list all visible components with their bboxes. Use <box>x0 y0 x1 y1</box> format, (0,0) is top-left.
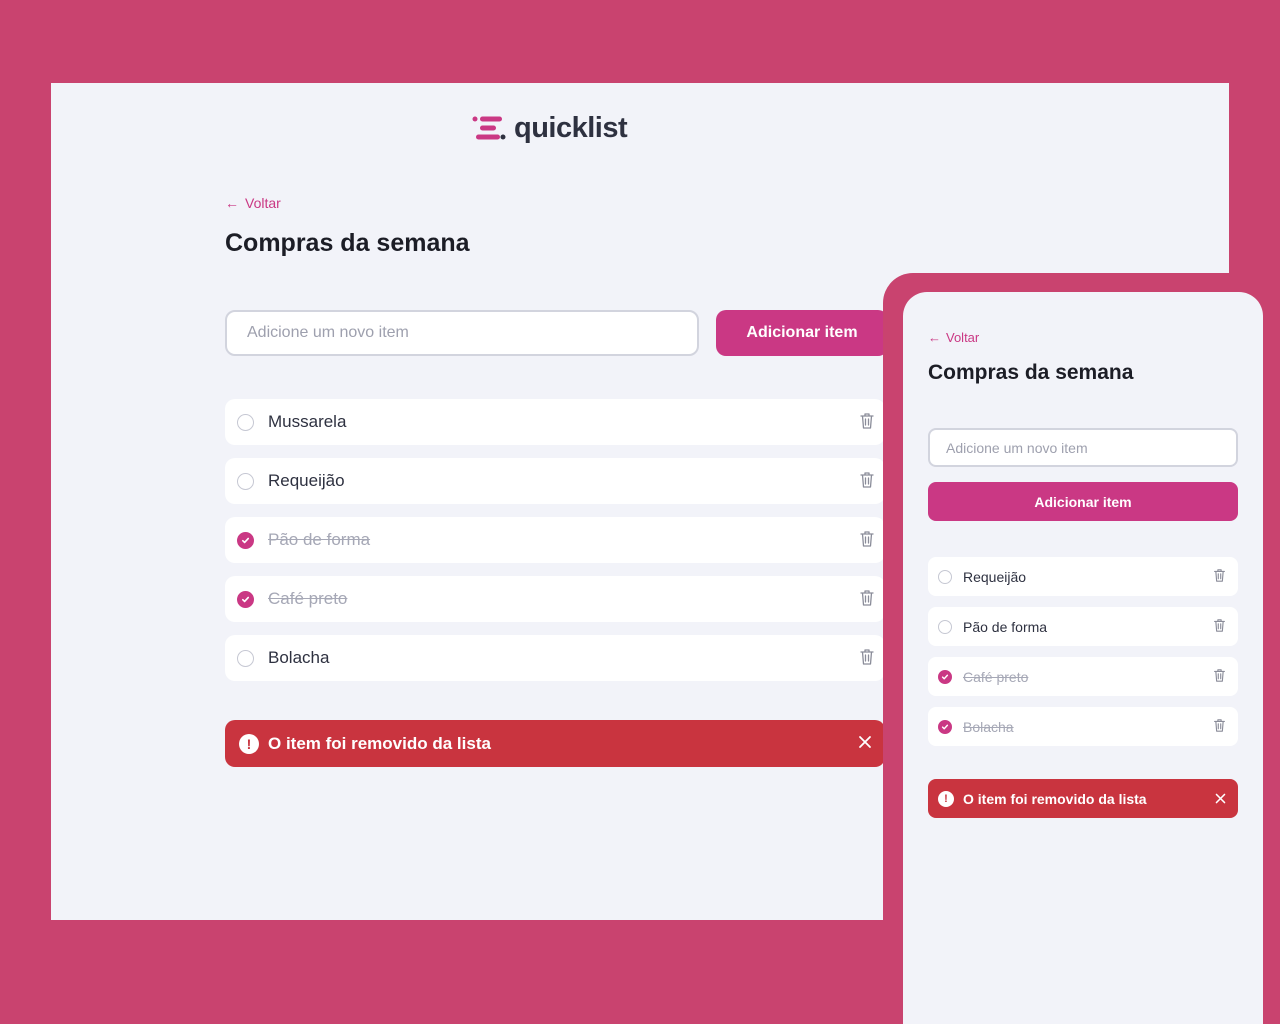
close-icon[interactable] <box>857 734 873 750</box>
item-checkbox-checked[interactable] <box>237 590 254 608</box>
close-icon[interactable] <box>1214 792 1227 805</box>
item-label: Bolacha <box>963 718 1014 735</box>
logo: quicklist <box>472 111 628 145</box>
alert-icon: ! <box>239 733 259 754</box>
item-checkbox-checked[interactable] <box>938 719 952 734</box>
item-checkbox[interactable] <box>938 569 952 584</box>
item-checkbox[interactable] <box>237 413 254 431</box>
back-link[interactable]: ← Voltar <box>225 195 281 211</box>
item-label: Requeijão <box>963 568 1027 585</box>
trash-icon[interactable] <box>1213 618 1226 633</box>
trash-icon[interactable] <box>859 412 875 430</box>
trash-icon[interactable] <box>1213 668 1226 683</box>
new-item-input[interactable]: Adicione um novo item <box>225 310 699 356</box>
list-item: Café preto <box>225 576 885 622</box>
item-checkbox[interactable] <box>938 619 952 634</box>
alert-icon: ! <box>938 790 954 807</box>
check-icon <box>241 537 250 543</box>
item-label: Café preto <box>963 668 1029 685</box>
list-item: Requeijão <box>225 458 885 504</box>
item-label: Mussarela <box>268 412 347 431</box>
logo-text: quicklist <box>514 111 628 144</box>
arrow-left-icon: ← <box>928 330 941 345</box>
new-item-placeholder: Adicione um novo item <box>946 439 1088 456</box>
list-item: Café preto <box>928 657 1238 696</box>
removed-toast: ! O item foi removido da lista <box>928 779 1238 818</box>
item-label: Bolacha <box>268 648 330 667</box>
toast-message: O item foi removido da lista <box>963 790 1147 807</box>
toast-message: O item foi removido da lista <box>268 733 491 753</box>
item-label: Requeijão <box>268 471 345 490</box>
new-item-placeholder: Adicione um novo item <box>247 324 409 341</box>
item-checkbox-checked[interactable] <box>237 531 254 549</box>
back-link[interactable]: ← Voltar <box>928 330 979 345</box>
logo-mark-icon <box>472 116 506 140</box>
list-item: Mussarela <box>225 399 885 445</box>
page-title: Compras da semana <box>928 361 1134 384</box>
trash-icon[interactable] <box>1213 568 1226 583</box>
list-item: Pão de forma <box>928 607 1238 646</box>
back-link-label: Voltar <box>946 330 980 345</box>
showcase-canvas: quicklist ← Voltar Compras da semana Adi… <box>0 0 1280 1024</box>
page-title: Compras da semana <box>225 229 470 257</box>
item-list: Requeijão Pão de forma Café preto Bolach <box>928 557 1238 757</box>
mobile-screen: ← Voltar Compras da semana Adicione um n… <box>903 292 1263 1024</box>
back-link-label: Voltar <box>245 195 281 211</box>
item-list: Mussarela Requeijão Pão de forma Café pr <box>225 399 885 694</box>
item-checkbox[interactable] <box>237 472 254 490</box>
new-item-input[interactable]: Adicione um novo item <box>928 428 1238 467</box>
arrow-left-icon: ← <box>225 195 239 211</box>
trash-icon[interactable] <box>859 471 875 489</box>
removed-toast: ! O item foi removido da lista <box>225 720 885 767</box>
item-label: Café preto <box>268 589 348 608</box>
trash-icon[interactable] <box>859 530 875 548</box>
item-label: Pão de forma <box>268 530 371 549</box>
check-icon <box>941 724 949 729</box>
check-icon <box>241 596 250 602</box>
list-item: Bolacha <box>928 707 1238 746</box>
check-icon <box>941 674 949 679</box>
list-item: Pão de forma <box>225 517 885 563</box>
add-item-button[interactable]: Adicionar item <box>928 482 1238 521</box>
trash-icon[interactable] <box>859 589 875 607</box>
add-item-button[interactable]: Adicionar item <box>716 310 888 356</box>
trash-icon[interactable] <box>859 648 875 666</box>
list-item: Bolacha <box>225 635 885 681</box>
item-label: Pão de forma <box>963 618 1048 635</box>
trash-icon[interactable] <box>1213 718 1226 733</box>
item-checkbox-checked[interactable] <box>938 669 952 684</box>
item-checkbox[interactable] <box>237 649 254 667</box>
list-item: Requeijão <box>928 557 1238 596</box>
